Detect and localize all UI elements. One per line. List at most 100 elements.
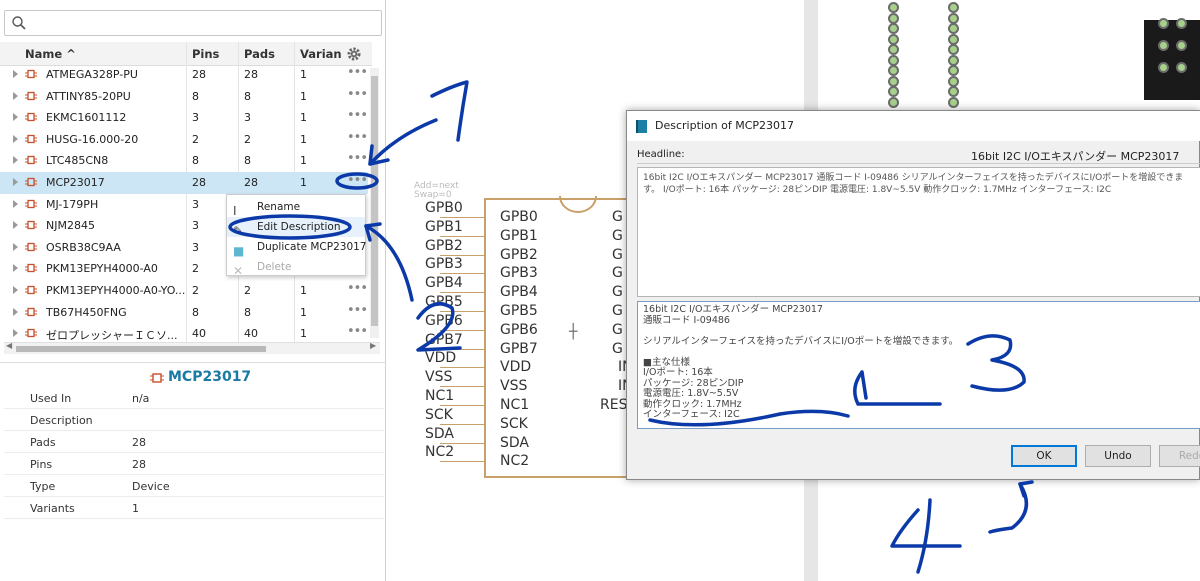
- chip-icon: [25, 307, 37, 316]
- connector-pad: [1176, 62, 1187, 73]
- property-label: Type: [30, 480, 56, 493]
- context-menu: I Rename ✎ Edit Description ■ Duplicate MCP…: [226, 194, 367, 278]
- editor-line: 電源電圧: 1.8V~5.5V: [643, 388, 739, 399]
- more-options-icon[interactable]: •••: [347, 65, 368, 80]
- board-component: [1144, 20, 1200, 100]
- table-row[interactable]: TB67H450FNG 8 8 1 •••: [0, 302, 368, 324]
- expand-arrow-icon[interactable]: [13, 156, 18, 165]
- part-pads: 2: [244, 284, 251, 297]
- chip-icon: [25, 113, 37, 122]
- column-pins-header[interactable]: Pins: [192, 44, 219, 64]
- crosshair-icon: ┼: [569, 324, 578, 340]
- more-options-icon[interactable]: •••: [347, 108, 368, 123]
- book-icon: [636, 120, 647, 133]
- table-row[interactable]: HUSG-16.000-20 2 2 1 •••: [0, 129, 368, 151]
- part-name: EKMC1601112: [46, 111, 127, 125]
- expand-arrow-icon[interactable]: [13, 264, 18, 273]
- table-row[interactable]: ATTINY85-20PU 8 8 1 •••: [0, 86, 368, 108]
- part-pins: 2: [192, 132, 199, 146]
- table-row[interactable]: ATMEGA328P-PU 28 28 1 •••: [0, 64, 368, 86]
- board-pad: [888, 44, 899, 55]
- column-name-header[interactable]: Name ^: [25, 44, 76, 64]
- menu-item-rename[interactable]: I Rename: [227, 197, 365, 218]
- pin-label-inner: GPB4: [500, 284, 538, 301]
- pin-label-outer: GPB6: [425, 312, 463, 329]
- expand-arrow-icon[interactable]: [13, 70, 18, 78]
- expand-arrow-icon[interactable]: [13, 329, 18, 338]
- pin-label-inner: GPB7: [500, 340, 538, 357]
- more-options-icon[interactable]: •••: [347, 173, 368, 188]
- more-options-icon[interactable]: •••: [347, 324, 368, 339]
- pin-label-inner: VSS: [500, 378, 528, 395]
- table-row[interactable]: EKMC1601112 3 3 1 •••: [0, 107, 368, 129]
- more-options-icon[interactable]: •••: [347, 87, 368, 102]
- property-label: Pads: [30, 436, 56, 449]
- part-name: MJ-179PH: [46, 197, 99, 211]
- part-name: ゼロプレッシャーＩＣソ...: [46, 329, 178, 343]
- part-pins: 3: [192, 240, 199, 254]
- expand-arrow-icon[interactable]: [13, 134, 18, 143]
- more-options-icon[interactable]: •••: [347, 281, 368, 296]
- scroll-thumb[interactable]: [16, 346, 266, 352]
- pin-label-inner: VDD: [500, 359, 532, 376]
- scroll-thumb[interactable]: [371, 76, 378, 326]
- board-pad: [888, 2, 899, 13]
- expand-arrow-icon[interactable]: [13, 91, 18, 100]
- expand-arrow-icon[interactable]: [13, 307, 18, 316]
- board-pad: [948, 54, 959, 66]
- pin-label-right: G: [612, 265, 623, 282]
- ok-button[interactable]: OK: [1011, 445, 1077, 467]
- more-options-icon[interactable]: •••: [347, 130, 368, 145]
- divider: [0, 362, 386, 363]
- table-row[interactable]: PKM13EPYH4000-A0-YO... 2 2 1 •••: [0, 280, 368, 302]
- part-name: MCP23017: [46, 176, 105, 189]
- horizontal-scrollbar[interactable]: ◀ ▶: [4, 341, 380, 354]
- redo-button[interactable]: Redo: [1159, 445, 1200, 467]
- part-pads: 8: [244, 89, 251, 103]
- part-variants: 1: [300, 89, 307, 103]
- expand-arrow-icon[interactable]: [13, 221, 18, 230]
- part-pins: 2: [192, 262, 199, 276]
- part-pads: 8: [244, 305, 251, 319]
- scroll-right-icon[interactable]: ▶: [370, 341, 376, 350]
- chip-icon: [25, 242, 37, 251]
- table-row[interactable]: MCP23017 28 28 1 •••: [0, 172, 368, 194]
- divider: [4, 518, 384, 519]
- chip-icon: [25, 134, 37, 143]
- menu-item-edit-description[interactable]: ✎ Edit Description: [227, 217, 365, 238]
- search-input[interactable]: [4, 10, 382, 36]
- column-variants-header[interactable]: Varian: [300, 44, 342, 64]
- board-pad: [948, 86, 959, 97]
- table-row[interactable]: LTC485CN8 8 8 1 •••: [0, 150, 368, 172]
- menu-item-duplicate[interactable]: ■ Duplicate MCP23017: [227, 237, 367, 258]
- property-label: Pins: [30, 458, 53, 471]
- description-editor[interactable]: 16bit I2C I/Oエキスパンダー MCP23017 通販コード I-094…: [637, 301, 1200, 429]
- pin-label-inner: NC1: [500, 397, 530, 413]
- gear-icon[interactable]: [346, 46, 362, 62]
- expand-arrow-icon[interactable]: [13, 199, 18, 208]
- vertical-scrollbar[interactable]: [370, 68, 379, 338]
- board-pad: [948, 96, 959, 108]
- undo-button[interactable]: Undo: [1085, 445, 1151, 467]
- pin-label-inner: GPB0: [500, 209, 538, 225]
- more-options-icon[interactable]: •••: [347, 151, 368, 166]
- part-name: OSRB38C9AA: [46, 240, 121, 254]
- part-pads: 2: [244, 132, 251, 146]
- part-variants: 1: [300, 327, 307, 341]
- more-options-icon[interactable]: •••: [347, 303, 368, 318]
- expand-arrow-icon[interactable]: [13, 286, 18, 294]
- part-variants: 1: [300, 176, 307, 189]
- chip-icon: [25, 329, 37, 338]
- expand-arrow-icon[interactable]: [13, 113, 18, 122]
- dialog-titlebar: Description of MCP23017: [627, 111, 1200, 141]
- part-variants: 1: [300, 132, 307, 146]
- expand-arrow-icon[interactable]: [13, 242, 18, 251]
- part-pins: 2: [192, 284, 199, 297]
- property-value: 28: [132, 458, 146, 471]
- ghost-hint-swap: Swap=0: [414, 190, 452, 200]
- scroll-left-icon[interactable]: ◀: [6, 341, 12, 350]
- expand-arrow-icon[interactable]: [13, 178, 18, 186]
- pin-label-outer: SCK: [425, 406, 453, 423]
- board-pad: [948, 33, 959, 45]
- column-pads-header[interactable]: Pads: [244, 44, 275, 64]
